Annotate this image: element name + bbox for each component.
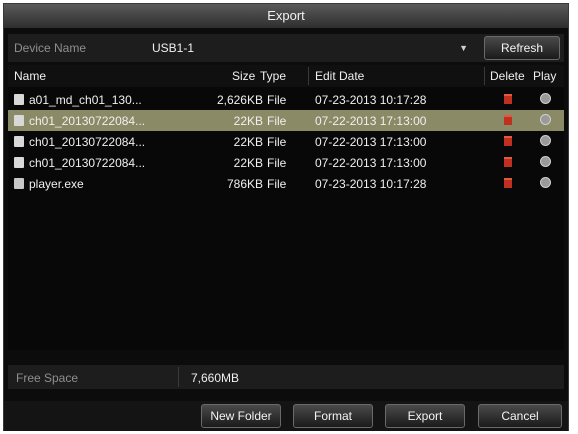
free-space-label: Free Space <box>16 371 79 385</box>
column-name[interactable]: Name <box>14 69 46 83</box>
trash-icon[interactable] <box>504 115 512 125</box>
file-name: ch01_20130722084... <box>29 114 146 128</box>
file-type: File <box>267 135 287 149</box>
trash-icon[interactable] <box>504 178 512 188</box>
file-size: 786KB <box>226 177 263 191</box>
column-delete[interactable]: Delete <box>490 69 525 83</box>
file-date: 07-23-2013 10:17:28 <box>315 177 427 191</box>
device-name-label: Device Name <box>14 41 87 55</box>
refresh-button[interactable]: Refresh <box>484 36 560 60</box>
file-date: 07-22-2013 17:13:00 <box>315 156 427 170</box>
device-select[interactable]: USB1-1 ▼ <box>146 37 472 59</box>
file-size: 22KB <box>233 135 263 149</box>
file-type: File <box>267 114 287 128</box>
device-select-value: USB1-1 <box>152 41 195 55</box>
file-icon <box>14 115 24 126</box>
file-type: File <box>267 156 287 170</box>
trash-icon[interactable] <box>504 94 512 104</box>
file-size: 22KB <box>233 114 263 128</box>
format-button[interactable]: Format <box>293 404 373 428</box>
play-icon[interactable] <box>540 114 551 125</box>
play-icon[interactable] <box>540 135 551 146</box>
dialog-title: Export <box>4 4 568 28</box>
footer-bar: New Folder Format Export Cancel <box>4 401 568 431</box>
file-date: 07-22-2013 17:13:00 <box>315 135 427 149</box>
table-row[interactable]: player.exe 786KB File 07-23-2013 10:17:2… <box>8 173 564 194</box>
file-date: 07-23-2013 10:17:28 <box>315 93 427 107</box>
export-dialog: Export Device Name USB1-1 ▼ Refresh Name… <box>3 3 569 431</box>
file-type: File <box>267 93 287 107</box>
file-list: Name Size Type Edit Date Delete Play a01… <box>8 65 564 350</box>
play-icon[interactable] <box>540 93 551 104</box>
device-row: Device Name USB1-1 ▼ Refresh <box>8 34 564 62</box>
file-icon <box>14 136 24 147</box>
cancel-button[interactable]: Cancel <box>478 404 562 428</box>
file-type: File <box>267 177 287 191</box>
play-icon[interactable] <box>540 156 551 167</box>
file-name: ch01_20130722084... <box>29 135 146 149</box>
chevron-down-icon: ▼ <box>459 43 468 53</box>
file-name: player.exe <box>29 177 84 191</box>
file-icon <box>14 178 24 189</box>
trash-icon[interactable] <box>504 136 512 146</box>
column-size[interactable]: Size <box>232 69 255 83</box>
new-folder-button[interactable]: New Folder <box>201 404 281 428</box>
column-play[interactable]: Play <box>533 69 556 83</box>
trash-icon[interactable] <box>504 157 512 167</box>
file-list-header: Name Size Type Edit Date Delete Play <box>8 65 564 87</box>
column-edit-date[interactable]: Edit Date <box>315 69 364 83</box>
file-size: 2,626KB <box>216 93 263 107</box>
file-icon <box>14 157 24 168</box>
file-icon <box>14 94 24 105</box>
file-size: 22KB <box>233 156 263 170</box>
free-space-value: 7,660MB <box>191 371 240 385</box>
table-row[interactable]: ch01_20130722084... 22KB File 07-22-2013… <box>8 131 564 152</box>
table-row[interactable]: ch01_20130722084... 22KB File 07-22-2013… <box>8 110 564 131</box>
free-space-row: Free Space 7,660MB <box>8 365 564 389</box>
play-icon[interactable] <box>540 177 551 188</box>
file-date: 07-22-2013 17:13:00 <box>315 114 427 128</box>
export-button[interactable]: Export <box>385 404 465 428</box>
file-name: ch01_20130722084... <box>29 156 146 170</box>
column-type[interactable]: Type <box>260 69 286 83</box>
table-row[interactable]: ch01_20130722084... 22KB File 07-22-2013… <box>8 152 564 173</box>
table-row[interactable]: a01_md_ch01_130... 2,626KB File 07-23-20… <box>8 89 564 110</box>
file-name: a01_md_ch01_130... <box>29 93 142 107</box>
